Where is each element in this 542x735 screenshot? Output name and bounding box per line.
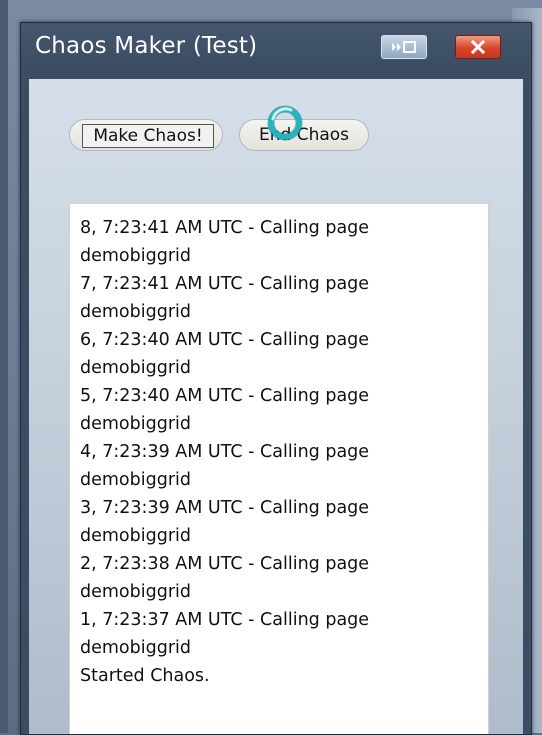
chaos-maker-window: Chaos Maker (Test) Make Chaos! End Chaos… [20, 22, 532, 735]
log-line: demobiggrid [80, 414, 191, 434]
close-button[interactable] [455, 35, 501, 59]
log-line: demobiggrid [80, 302, 191, 322]
end-chaos-button[interactable]: End Chaos [239, 119, 369, 151]
log-line: demobiggrid [80, 358, 191, 378]
log-line: demobiggrid [80, 638, 191, 658]
log-line: demobiggrid [80, 526, 191, 546]
log-line: demobiggrid [80, 470, 191, 490]
make-chaos-label: Make Chaos! [82, 124, 214, 148]
pin-button[interactable] [381, 35, 427, 59]
make-chaos-button[interactable]: Make Chaos! [69, 119, 223, 151]
log-line: Started Chaos. [80, 666, 210, 686]
log-line: 7, 7:23:41 AM UTC - Calling page [80, 274, 370, 294]
log-line: demobiggrid [80, 246, 191, 266]
gadget-body: Make Chaos! End Chaos 8, 7:23:41 AM UTC … [29, 79, 523, 734]
log-lines: 8, 7:23:41 AM UTC - Calling page demobigg… [80, 214, 480, 690]
log-line: 2, 7:23:38 AM UTC - Calling page [80, 554, 370, 574]
log-line: 3, 7:23:39 AM UTC - Calling page [80, 498, 370, 518]
close-icon [470, 39, 486, 55]
window-title: Chaos Maker (Test) [35, 33, 258, 59]
log-output[interactable]: 8, 7:23:41 AM UTC - Calling page demobigg… [69, 203, 489, 734]
log-line: demobiggrid [80, 582, 191, 602]
title-bar[interactable]: Chaos Maker (Test) [21, 23, 531, 73]
log-line: 4, 7:23:39 AM UTC - Calling page [80, 442, 370, 462]
desktop-edge [0, 0, 8, 733]
pin-to-desktop-icon [392, 41, 416, 53]
loading-spinner-icon [267, 105, 303, 141]
log-line: 1, 7:23:37 AM UTC - Calling page [80, 610, 370, 630]
log-line: 6, 7:23:40 AM UTC - Calling page [80, 330, 370, 350]
log-line: 5, 7:23:40 AM UTC - Calling page [80, 386, 370, 406]
log-line: 8, 7:23:41 AM UTC - Calling page [80, 218, 370, 238]
